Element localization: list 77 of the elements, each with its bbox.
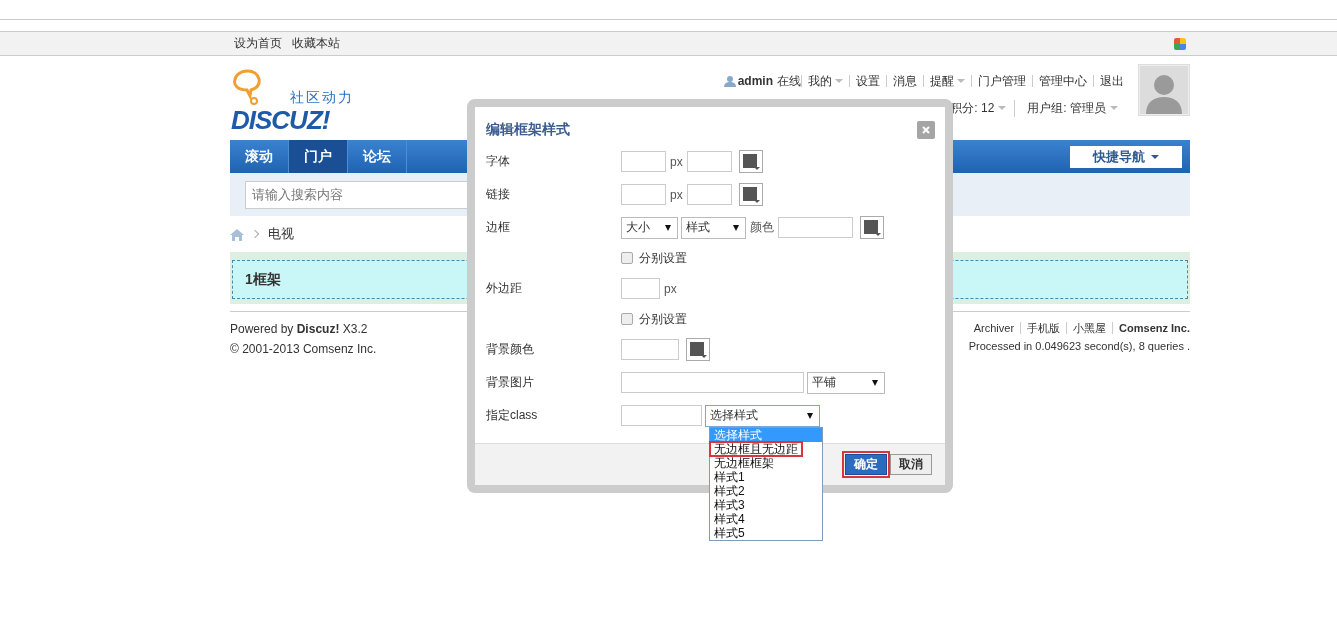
select-field[interactable]: 平铺 — [807, 371, 885, 394]
footer-link[interactable]: Archiver — [967, 322, 1021, 334]
input-field[interactable] — [778, 217, 853, 238]
speech-bubble-icon — [230, 67, 264, 107]
field-label: 字体 — [486, 153, 511, 170]
footer-link[interactable]: 手机版 — [1020, 322, 1067, 334]
footer-link[interactable]: Comsenz Inc. — [1112, 322, 1190, 334]
dialog-title: 编辑框架样式 — [486, 121, 570, 139]
color-picker-button[interactable] — [738, 183, 763, 206]
field-label: 背景图片 — [486, 374, 535, 391]
dropdown-option[interactable]: 无边框且无边距 — [710, 442, 802, 456]
field-label: 指定class — [486, 407, 539, 424]
color-picker-button[interactable] — [860, 216, 884, 239]
input-field[interactable] — [686, 184, 732, 205]
checkbox[interactable]: 分别设置 — [621, 310, 687, 328]
footer-link[interactable]: 小黑屋 — [1066, 322, 1113, 334]
avatar-silhouette — [1140, 66, 1188, 114]
app-icon[interactable] — [1174, 37, 1186, 50]
field-label: 背景颜色 — [486, 341, 535, 358]
frame-title: 1框架 — [245, 270, 281, 289]
logo-tagline: 社区动力 — [290, 89, 354, 107]
close-button[interactable] — [917, 121, 935, 139]
quick-nav-button[interactable]: 快捷导航 — [1070, 145, 1182, 168]
unit-label: px — [670, 187, 683, 202]
user-menu-link[interactable]: 提醒 — [923, 75, 971, 87]
input-field[interactable] — [686, 151, 732, 172]
input-field[interactable] — [621, 339, 679, 360]
user-menu-link[interactable]: 退出 — [1093, 75, 1130, 87]
user-menu-link[interactable]: 消息 — [886, 75, 923, 87]
color-picker-button[interactable] — [686, 338, 710, 361]
stats-text: Processed in 0.049623 second(s), 8 queries . — [968, 340, 1190, 352]
field-label: 边框 — [486, 219, 511, 236]
field-label: 颜色 — [750, 219, 774, 236]
nav-tab[interactable]: 门户 — [289, 140, 348, 173]
username-link[interactable]: admin — [737, 74, 773, 88]
home-icon — [230, 227, 244, 241]
dropdown-option[interactable]: 样式5 — [710, 526, 822, 540]
input-field[interactable] — [621, 405, 702, 426]
close-icon — [921, 125, 931, 135]
select-field[interactable]: 样式 — [681, 216, 746, 239]
input-field[interactable] — [621, 278, 660, 299]
dropdown-option[interactable]: 样式2 — [710, 484, 822, 498]
field-label: 外边距 — [486, 280, 523, 297]
input-field[interactable] — [621, 151, 666, 172]
caret-icon — [957, 79, 965, 83]
powered-by-text: Powered by Discuz! X3.2 — [230, 322, 369, 336]
top-link[interactable]: 收藏本站 — [292, 35, 340, 52]
caret-icon — [998, 106, 1007, 110]
user-info-link[interactable]: 用户组: 管理员 — [1014, 99, 1130, 117]
checkbox[interactable]: 分别设置 — [621, 249, 687, 267]
caret-icon — [1110, 106, 1118, 110]
confirm-button[interactable]: 确定 — [845, 454, 887, 475]
breadcrumb-link[interactable]: 电视 — [268, 225, 294, 243]
copyright-text: © 2001-2013 Comsenz Inc. — [230, 342, 377, 356]
input-field[interactable] — [621, 372, 804, 393]
avatar[interactable] — [1138, 64, 1190, 116]
field-label: 链接 — [486, 186, 511, 203]
dropdown-option[interactable]: 无边框框架 — [710, 456, 822, 470]
unit-label: px — [664, 281, 677, 296]
dropdown-option[interactable]: 样式1 — [710, 470, 822, 484]
logo[interactable]: DISCUZ! — [231, 105, 330, 136]
unit-label: px — [670, 154, 683, 169]
user-menu-link[interactable]: 我的 — [801, 75, 849, 87]
dropdown-option[interactable]: 样式3 — [710, 498, 822, 512]
input-field[interactable] — [621, 184, 666, 205]
user-icon — [723, 75, 736, 87]
user-menu-link[interactable]: 管理中心 — [1032, 75, 1093, 87]
online-status: 在线 — [777, 72, 801, 90]
top-link[interactable]: 设为首页 — [234, 35, 282, 52]
select-field[interactable]: 选择样式 — [705, 404, 820, 427]
caret-icon — [835, 79, 843, 83]
user-menu-link[interactable]: 门户管理 — [971, 75, 1032, 87]
dropdown-option[interactable]: 样式4 — [710, 512, 822, 526]
user-menu-link[interactable]: 设置 — [849, 75, 886, 87]
select-field[interactable]: 大小 — [621, 216, 678, 239]
cancel-button[interactable]: 取消 — [890, 454, 932, 475]
color-picker-button[interactable] — [738, 150, 763, 173]
